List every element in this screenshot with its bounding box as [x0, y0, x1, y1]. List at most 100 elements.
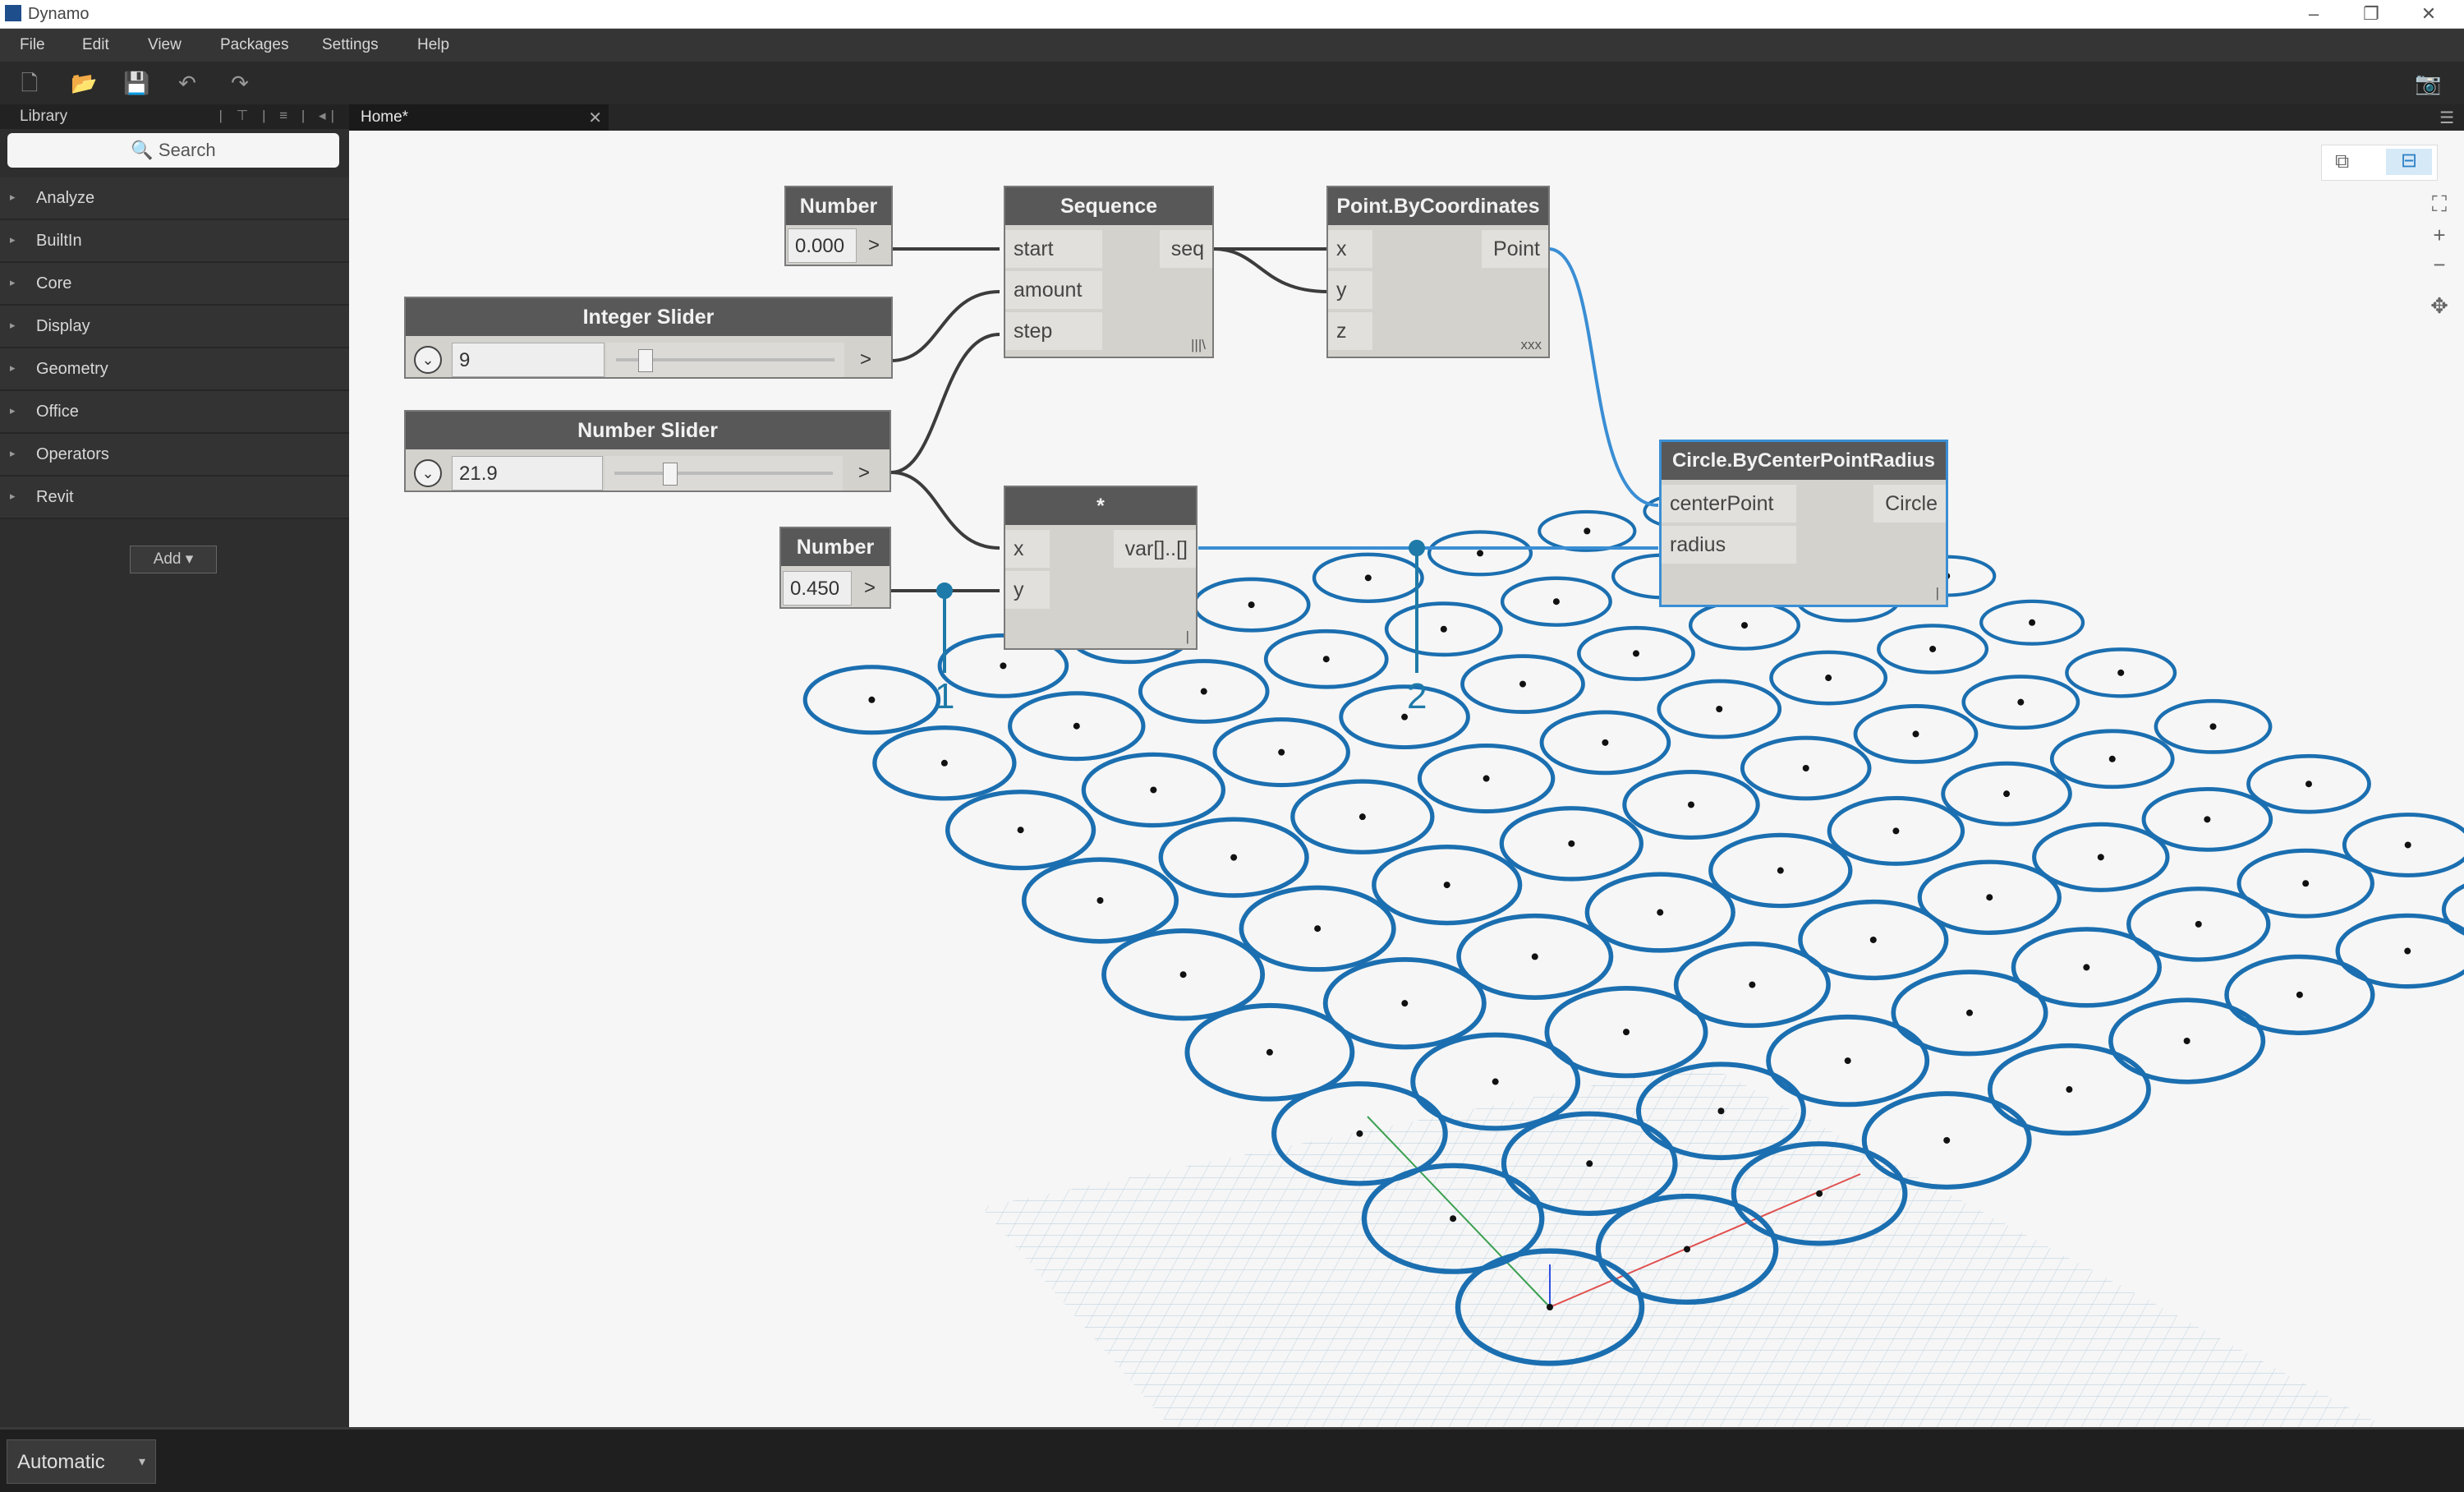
category-label: Operators [36, 445, 109, 463]
number-value-field[interactable]: 0.000 [788, 228, 857, 263]
library-category-geometry[interactable]: ▸ Geometry [0, 348, 349, 391]
category-label: Office [36, 403, 79, 421]
tab-home[interactable]: Home* ✕ [349, 104, 609, 131]
slider-value-field[interactable]: 9 [452, 343, 605, 377]
geometry-view-icon[interactable]: ⧉ [2335, 150, 2349, 173]
title-bar: Dynamo – ❐ ✕ [0, 0, 2464, 29]
output-port-arrow[interactable]: > [848, 456, 880, 490]
slider-thumb[interactable] [637, 349, 653, 372]
lacing-indicator: |||\ [1191, 337, 1206, 352]
menu-file[interactable]: File [20, 29, 45, 62]
tab-close-icon[interactable]: ✕ [588, 108, 602, 128]
open-file-icon[interactable]: 📂 [71, 71, 97, 94]
sequence-node[interactable]: Sequence start amount step seq |||\ [1004, 186, 1214, 358]
zoom-in-icon[interactable]: + [2425, 220, 2454, 250]
output-port-seq[interactable]: seq [1159, 230, 1212, 268]
graph-view-icon[interactable]: ⊟ [2386, 149, 2432, 175]
graph-workspace[interactable]: 1 2 Number 0.000 > Integer Slider ⌄ 9 > … [349, 131, 2464, 1427]
minimize-button[interactable]: – [2285, 2, 2342, 26]
circle-by-center-point-radius-node[interactable]: Circle.ByCenterPointRadius centerPoint r… [1659, 440, 1948, 607]
integer-slider-node[interactable]: Integer Slider ⌄ 9 > [404, 297, 893, 379]
chevron-down-icon: ▾ [138, 1455, 145, 1469]
library-panel: Library | ⊤ | ≡ | ◂| 🔍 Search ▸ Analyze ▸… [0, 104, 349, 1427]
menu-edit[interactable]: Edit [82, 29, 109, 62]
node-title: Point.ByCoordinates [1328, 187, 1548, 225]
zoom-to-fit-icon[interactable]: ⛶ [2425, 189, 2454, 219]
library-category-revit[interactable]: ▸ Revit [0, 477, 349, 519]
number-slider-node[interactable]: Number Slider ⌄ 21.9 > [404, 410, 891, 492]
slider-thumb[interactable] [662, 463, 678, 486]
output-port-arrow[interactable]: > [858, 228, 890, 263]
menu-settings[interactable]: Settings [322, 29, 379, 62]
restore-button[interactable]: ❐ [2342, 2, 2400, 26]
library-category-operators[interactable]: ▸ Operators [0, 434, 349, 477]
library-view-tools[interactable]: | ⊤ | ≡ | ◂| [218, 108, 339, 124]
library-header: Library | ⊤ | ≡ | ◂| [0, 104, 349, 129]
screenshot-icon[interactable]: 📷 [2415, 71, 2441, 94]
window-title: Dynamo [28, 5, 90, 23]
output-port-arrow[interactable]: > [853, 571, 886, 606]
category-label: Core [36, 274, 72, 292]
input-port-step[interactable]: step [1005, 312, 1102, 350]
save-file-icon[interactable]: 💾 [123, 71, 149, 94]
slider-value-field[interactable]: 21.9 [452, 456, 603, 490]
multiply-node[interactable]: * x y var[]..[] | [1004, 486, 1198, 650]
point-by-coordinates-node[interactable]: Point.ByCoordinates x y z Point xxx [1326, 186, 1550, 358]
input-port-z[interactable]: z [1328, 312, 1372, 350]
category-label: Geometry [36, 360, 108, 378]
menu-packages[interactable]: Packages [220, 29, 288, 62]
node-title: Number [781, 528, 890, 566]
tab-menu-icon[interactable]: ☰ [2439, 108, 2454, 128]
input-port-radius[interactable]: radius [1662, 526, 1796, 564]
number-node[interactable]: Number 0.000 > [784, 186, 893, 266]
output-port-arrow[interactable]: > [849, 343, 882, 377]
input-port-centerpoint[interactable]: centerPoint [1662, 485, 1796, 523]
close-button[interactable]: ✕ [2400, 2, 2457, 26]
library-category-core[interactable]: ▸ Core [0, 263, 349, 306]
annotation-1-label: 1 [935, 676, 955, 716]
wire-numslider-to-x [890, 471, 1000, 550]
redo-icon[interactable]: ↷ [228, 71, 251, 94]
input-port-x[interactable]: x [1005, 530, 1050, 568]
library-category-office[interactable]: ▸ Office [0, 391, 349, 434]
undo-icon[interactable]: ↶ [176, 71, 199, 94]
input-port-amount[interactable]: amount [1005, 271, 1102, 309]
new-file-icon[interactable]: 🗋 [18, 71, 41, 94]
search-icon: 🔍 [131, 140, 159, 160]
menu-help[interactable]: Help [417, 29, 449, 62]
menu-bar: File Edit View Packages Settings Help [0, 29, 2464, 62]
input-port-y[interactable]: y [1328, 271, 1372, 309]
library-category-analyze[interactable]: ▸ Analyze [0, 177, 349, 220]
input-port-start[interactable]: start [1005, 230, 1102, 268]
zoom-out-icon[interactable]: − [2425, 250, 2454, 279]
wire-point-to-centerpoint [1547, 247, 1659, 507]
library-category-display[interactable]: ▸ Display [0, 306, 349, 348]
view-mode-switch[interactable]: ⧉ ⊟ [2321, 145, 2438, 181]
pan-icon[interactable]: ✥ [2425, 291, 2454, 320]
expand-arrow-icon: ▸ [10, 276, 16, 288]
dynamo-app-icon [5, 5, 21, 21]
run-mode-dropdown[interactable]: Automatic ▾ [7, 1439, 156, 1484]
library-add-button[interactable]: Add ▾ [130, 546, 217, 573]
menu-view[interactable]: View [148, 29, 182, 62]
slider-area [606, 343, 844, 377]
lacing-indicator: xxx [1520, 337, 1542, 352]
output-port-circle[interactable]: Circle [1873, 485, 1946, 523]
number-value-field[interactable]: 0.450 [783, 571, 852, 606]
output-port-var[interactable]: var[]..[] [1113, 530, 1196, 568]
expand-arrow-icon: ▸ [10, 319, 16, 331]
expand-chevron-icon[interactable]: ⌄ [414, 459, 442, 487]
library-category-builtin[interactable]: ▸ BuiltIn [0, 220, 349, 263]
expand-arrow-icon: ▸ [10, 361, 16, 374]
lacing-indicator: | [1935, 585, 1939, 601]
input-port-y[interactable]: y [1005, 571, 1050, 609]
tab-strip: Home* ✕ ☰ [349, 104, 2464, 131]
expand-chevron-icon[interactable]: ⌄ [414, 346, 442, 374]
input-port-x[interactable]: x [1328, 230, 1372, 268]
annotation-1-dot [936, 583, 953, 599]
library-search-input[interactable]: 🔍 Search [7, 133, 339, 168]
expand-arrow-icon: ▸ [10, 490, 16, 502]
library-title: Library [20, 108, 68, 125]
number-node[interactable]: Number 0.450 > [779, 527, 891, 609]
output-port-point[interactable]: Point [1482, 230, 1548, 268]
